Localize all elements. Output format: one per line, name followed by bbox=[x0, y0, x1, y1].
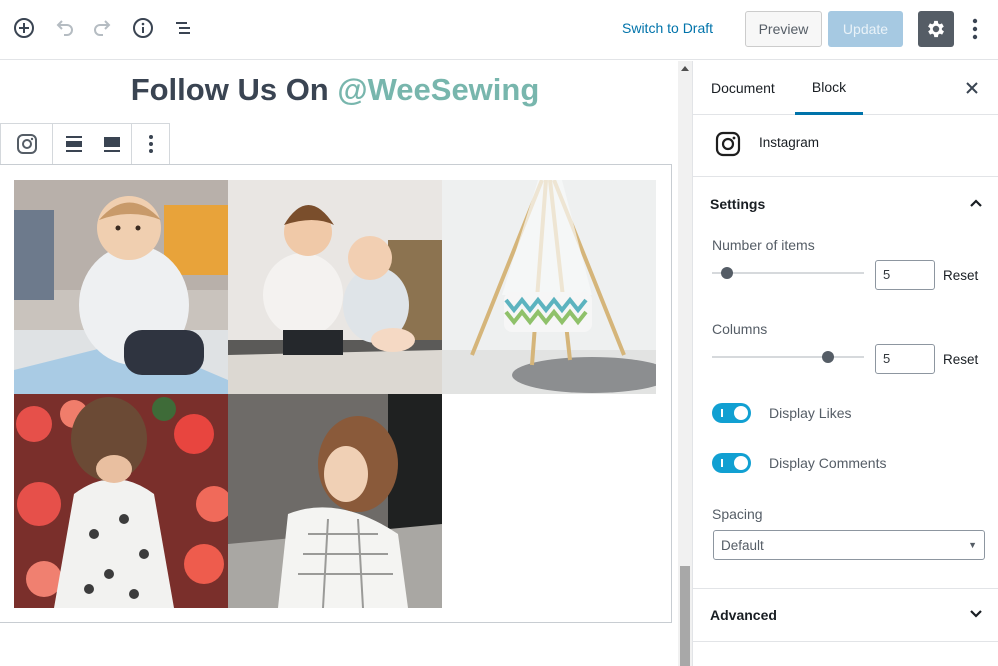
spacing-label: Spacing bbox=[712, 506, 763, 522]
columns-slider[interactable] bbox=[712, 356, 864, 358]
instagram-photo[interactable] bbox=[228, 180, 442, 394]
editor-canvas: Follow Us On @WeeSewing bbox=[0, 61, 678, 666]
columns-label: Columns bbox=[712, 321, 768, 337]
more-menu-button[interactable] bbox=[964, 14, 986, 44]
display-likes-label: Display Likes bbox=[769, 405, 852, 421]
align-wide-button[interactable] bbox=[55, 124, 93, 164]
block-navigation-icon[interactable] bbox=[169, 14, 197, 42]
instagram-icon bbox=[16, 134, 37, 154]
chevron-up-icon bbox=[970, 199, 982, 207]
advanced-panel-toggle[interactable]: Advanced bbox=[693, 589, 998, 641]
spacing-select[interactable]: Default ▼ bbox=[713, 530, 985, 560]
number-of-items-slider-thumb[interactable] bbox=[721, 267, 733, 279]
number-of-items-reset-button[interactable]: Reset bbox=[943, 268, 978, 283]
display-likes-toggle[interactable] bbox=[712, 403, 751, 423]
number-of-items-label: Number of items bbox=[712, 237, 815, 253]
block-card-title: Instagram bbox=[759, 135, 820, 150]
block-card: Instagram bbox=[693, 115, 998, 177]
sidebar-tabs: Document Block bbox=[693, 61, 998, 115]
advanced-panel-title: Advanced bbox=[710, 607, 777, 623]
heading-text: Follow Us On bbox=[130, 72, 338, 107]
instagram-photo[interactable] bbox=[14, 394, 228, 608]
undo-icon[interactable] bbox=[50, 14, 78, 42]
info-icon[interactable] bbox=[129, 14, 157, 42]
columns-reset-button[interactable]: Reset bbox=[943, 352, 978, 367]
display-comments-toggle[interactable] bbox=[712, 453, 751, 473]
settings-panel-title: Settings bbox=[710, 196, 766, 212]
panel-divider bbox=[693, 641, 998, 642]
block-heading[interactable]: Follow Us On @WeeSewing bbox=[0, 72, 670, 108]
settings-button[interactable] bbox=[918, 11, 954, 47]
columns-slider-thumb[interactable] bbox=[822, 351, 834, 363]
instagram-photo[interactable] bbox=[14, 180, 228, 394]
align-full-icon bbox=[104, 137, 120, 152]
align-full-button[interactable] bbox=[93, 124, 131, 164]
spacing-select-value: Default bbox=[721, 538, 764, 553]
block-more-button[interactable] bbox=[131, 124, 169, 164]
update-button[interactable]: Update bbox=[828, 11, 903, 47]
align-wide-icon bbox=[66, 136, 82, 152]
settings-panel-toggle[interactable]: Settings bbox=[693, 178, 998, 230]
scroll-up-arrow-icon[interactable] bbox=[681, 66, 689, 71]
tab-block[interactable]: Block bbox=[795, 61, 863, 115]
settings-sidebar: Document Block Instagram Settings Number… bbox=[692, 61, 998, 666]
block-toolbar bbox=[0, 123, 170, 165]
instagram-photo[interactable] bbox=[442, 180, 656, 394]
tab-document[interactable]: Document bbox=[711, 61, 775, 115]
preview-button[interactable]: Preview bbox=[745, 11, 822, 47]
editor-header-toolbar: Switch to Draft Preview Update bbox=[0, 0, 998, 60]
chevron-down-icon bbox=[970, 610, 982, 618]
number-of-items-input[interactable]: 5 bbox=[875, 260, 935, 290]
number-of-items-slider[interactable] bbox=[712, 272, 864, 274]
caret-down-icon: ▼ bbox=[968, 540, 977, 550]
instagram-block[interactable] bbox=[0, 164, 672, 623]
add-block-icon[interactable] bbox=[10, 14, 38, 42]
block-type-button[interactable] bbox=[1, 124, 53, 164]
more-vertical-icon bbox=[148, 135, 153, 153]
instagram-icon bbox=[715, 131, 741, 157]
more-vertical-icon bbox=[972, 18, 978, 40]
close-icon[interactable] bbox=[965, 78, 979, 101]
switch-to-draft-button[interactable]: Switch to Draft bbox=[622, 20, 713, 36]
scrollbar-thumb[interactable] bbox=[680, 566, 690, 666]
gear-icon bbox=[928, 20, 944, 38]
display-comments-label: Display Comments bbox=[769, 455, 887, 471]
heading-handle: @WeeSewing bbox=[337, 72, 540, 107]
redo-icon[interactable] bbox=[89, 14, 117, 42]
instagram-photo[interactable] bbox=[228, 394, 442, 608]
columns-input[interactable]: 5 bbox=[875, 344, 935, 374]
